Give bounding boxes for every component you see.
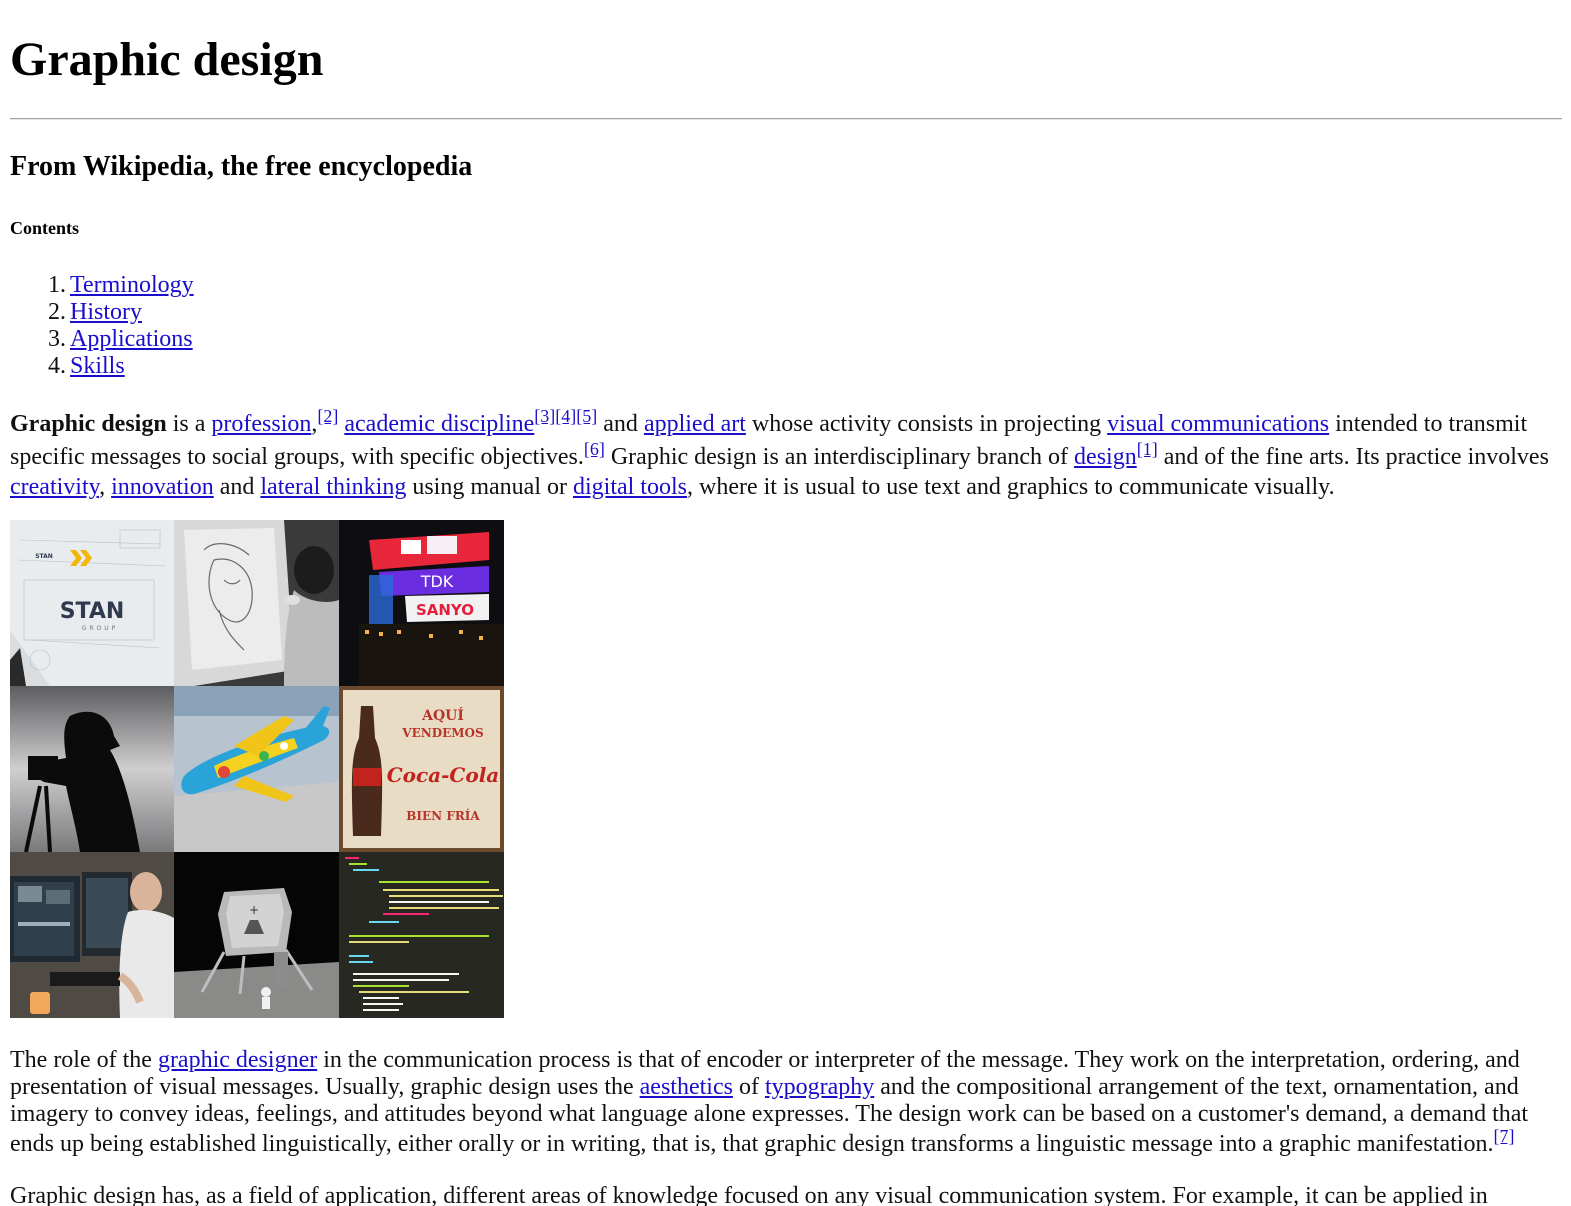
contents-heading: Contents <box>10 218 80 238</box>
link-aesthetics[interactable]: aesthetics <box>640 1074 733 1100</box>
role-paragraph: The role of the graphic designer in the … <box>10 1047 1529 1157</box>
toc-item: 3. Applications <box>10 326 194 353</box>
tdk-sign-text: TDK <box>420 572 454 591</box>
ref-4[interactable]: [4] <box>555 406 576 426</box>
ref-6[interactable]: [6] <box>584 439 605 459</box>
collage-tile-drawing-child <box>174 520 339 686</box>
toc-link-applications[interactable]: Applications <box>70 326 193 352</box>
link-digital-tools[interactable]: digital tools <box>573 474 687 500</box>
collage-tile-painted-airplane <box>174 686 339 852</box>
title-divider <box>10 118 1562 120</box>
poster-vendemos-text: VENDEMOS <box>401 726 483 740</box>
toc-item: 1. Terminology <box>10 272 194 299</box>
poster-aqui-text: AQUÍ <box>421 706 464 724</box>
ref-1[interactable]: [1] <box>1137 439 1158 459</box>
link-academic-discipline[interactable]: academic discipline <box>344 411 534 437</box>
toc-number: 4. <box>48 353 66 379</box>
collage-tile-source-code <box>339 852 504 1018</box>
poster-coca-cola-text: Coca-Cola <box>387 763 500 787</box>
toc-number: 3. <box>48 326 66 352</box>
article-page: Graphic design From Wikipedia, the free … <box>0 0 1571 1206</box>
toc-item: 2. History <box>10 299 194 326</box>
ref-7[interactable]: [7] <box>1493 1126 1514 1146</box>
ref-5[interactable]: [5] <box>576 406 597 426</box>
link-design[interactable]: design <box>1074 444 1137 470</box>
link-lateral-thinking[interactable]: lateral thinking <box>260 474 406 500</box>
collage-tile-lunar-module: + <box>174 852 339 1018</box>
ref-2[interactable]: [2] <box>317 406 338 426</box>
toc-link-skills[interactable]: Skills <box>70 353 125 379</box>
collage-tile-designer-workstation <box>10 852 174 1018</box>
link-profession[interactable]: profession <box>211 411 311 437</box>
collage-tile-brand-identity: STAN GROUP STAN <box>10 520 174 686</box>
link-typography[interactable]: typography <box>765 1074 874 1100</box>
link-visual-communications[interactable]: visual communications <box>1107 411 1329 437</box>
toc-number: 1. <box>48 272 66 298</box>
collage-tile-photographer <box>10 686 174 852</box>
sanyo-sign-text: SANYO <box>416 601 474 619</box>
toc-item: 4. Skills <box>10 353 194 380</box>
poster-bien-fria-text: BIEN FRÍA <box>406 808 480 823</box>
graphic-design-collage-image[interactable]: STAN GROUP STAN TDK SANYO AQUÍ VENDEMOS … <box>10 520 504 1018</box>
collage-tile-vintage-poster: AQUÍ VENDEMOS Coca-Cola BIEN FRÍA <box>339 686 504 852</box>
ref-3[interactable]: [3] <box>534 406 555 426</box>
link-graphic-designer[interactable]: graphic designer <box>158 1047 317 1073</box>
link-creativity[interactable]: creativity <box>10 474 99 500</box>
link-applied-art[interactable]: applied art <box>644 411 746 437</box>
intro-paragraph: Graphic design is a profession,[2] acade… <box>10 406 1549 500</box>
toc-number: 2. <box>48 299 66 325</box>
bold-term: Graphic design <box>10 411 167 437</box>
toc-link-terminology[interactable]: Terminology <box>70 272 194 298</box>
link-innovation[interactable]: innovation <box>111 474 214 500</box>
stan-logo-text: STAN <box>60 599 125 624</box>
collage-tile-neon-signs: TDK SANYO <box>339 520 504 686</box>
stan-small-text: STAN <box>35 553 53 560</box>
page-subtitle: From Wikipedia, the free encyclopedia <box>10 151 473 182</box>
lunar-module-plus-icon: + <box>249 903 259 917</box>
field-paragraph: Graphic design has, as a field of applic… <box>10 1183 1488 1206</box>
page-title: Graphic design <box>10 33 324 86</box>
stan-group-text: GROUP <box>82 625 119 632</box>
toc-link-history[interactable]: History <box>70 299 142 325</box>
table-of-contents: 1. Terminology 2. History 3. Applications 4… <box>10 272 194 380</box>
